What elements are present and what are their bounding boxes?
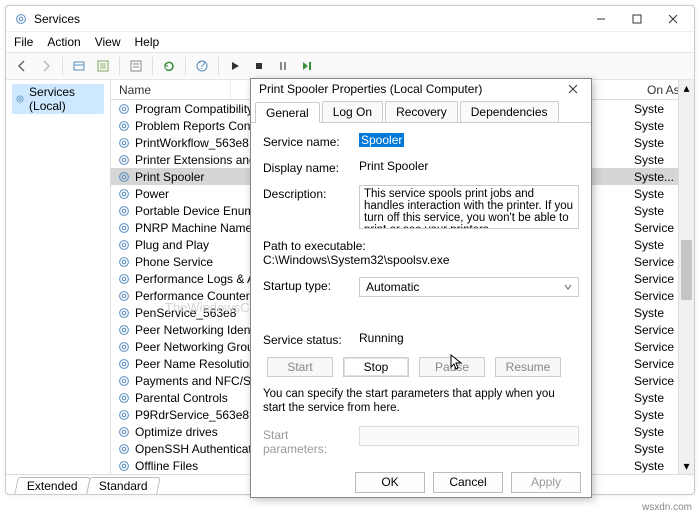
- startup-type-combo[interactable]: Automatic: [359, 277, 579, 297]
- dialog-title: Print Spooler Properties (Local Computer…: [259, 82, 563, 96]
- menu-view[interactable]: View: [95, 35, 121, 49]
- label-path: Path to executable:: [263, 239, 579, 253]
- svg-text:?: ?: [199, 59, 206, 72]
- titlebar: Services: [6, 6, 694, 32]
- tab-logon[interactable]: Log On: [322, 101, 383, 122]
- start-params-note: You can specify the start parameters tha…: [263, 387, 579, 416]
- startup-type-value: Automatic: [366, 280, 419, 294]
- tab-recovery[interactable]: Recovery: [385, 101, 458, 122]
- attribution: wsxdn.com: [642, 502, 692, 513]
- resume-button: Resume: [495, 357, 561, 377]
- start-params-input: [359, 426, 579, 446]
- menubar: File Action View Help: [6, 32, 694, 52]
- properties-button[interactable]: [126, 56, 146, 76]
- label-startup-type: Startup type:: [263, 277, 353, 293]
- dialog-titlebar: Print Spooler Properties (Local Computer…: [251, 79, 591, 99]
- gear-icon: [15, 93, 25, 105]
- scroll-up-icon[interactable]: ▴: [679, 80, 694, 96]
- tab-standard[interactable]: Standard: [86, 477, 160, 494]
- chevron-down-icon: [564, 283, 572, 291]
- show-hide-button[interactable]: [69, 56, 89, 76]
- export-button[interactable]: [93, 56, 113, 76]
- value-path: C:\Windows\System32\spoolsv.exe: [263, 253, 579, 267]
- tab-dependencies[interactable]: Dependencies: [460, 101, 559, 122]
- scroll-down-icon[interactable]: ▾: [679, 458, 694, 474]
- value-service-name[interactable]: Spooler: [359, 133, 404, 147]
- scroll-thumb[interactable]: [681, 240, 692, 300]
- value-display-name: Print Spooler: [359, 159, 428, 173]
- label-service-name: Service name:: [263, 133, 353, 149]
- tab-extended[interactable]: Extended: [14, 477, 90, 494]
- close-button[interactable]: [656, 9, 690, 29]
- cancel-button[interactable]: Cancel: [433, 472, 503, 493]
- tree-root[interactable]: Services (Local): [12, 84, 104, 114]
- forward-button[interactable]: [36, 56, 56, 76]
- maximize-button[interactable]: [620, 9, 654, 29]
- ok-button[interactable]: OK: [355, 472, 425, 493]
- label-description: Description:: [263, 185, 353, 201]
- dialog-footer: OK Cancel Apply: [251, 464, 591, 501]
- properties-dialog: Print Spooler Properties (Local Computer…: [250, 78, 592, 498]
- dialog-tabs: General Log On Recovery Dependencies: [251, 101, 591, 123]
- tree-pane: Services (Local): [6, 80, 111, 474]
- services-icon: [14, 12, 28, 26]
- pause-button: Pause: [419, 357, 485, 377]
- apply-button[interactable]: Apply: [511, 472, 581, 493]
- column-name[interactable]: Name: [111, 80, 231, 99]
- label-start-params: Start parameters:: [263, 426, 353, 456]
- stop-button[interactable]: Stop: [343, 357, 409, 377]
- toolbar: ?: [6, 52, 694, 80]
- label-service-status: Service status:: [263, 331, 353, 347]
- value-description[interactable]: This service spools print jobs and handl…: [359, 185, 579, 229]
- start-button: Start: [267, 357, 333, 377]
- tree-root-label: Services (Local): [29, 85, 101, 113]
- stop-service-button[interactable]: [249, 56, 269, 76]
- help-button[interactable]: ?: [192, 56, 212, 76]
- label-display-name: Display name:: [263, 159, 353, 175]
- dialog-close-button[interactable]: [563, 79, 583, 99]
- restart-service-button[interactable]: [297, 56, 317, 76]
- scrollbar[interactable]: ▴ ▾: [678, 80, 694, 474]
- value-service-status: Running: [359, 331, 404, 345]
- back-button[interactable]: [12, 56, 32, 76]
- tab-general[interactable]: General: [255, 102, 320, 123]
- refresh-button[interactable]: [159, 56, 179, 76]
- menu-action[interactable]: Action: [47, 35, 80, 49]
- pause-service-button[interactable]: [273, 56, 293, 76]
- minimize-button[interactable]: [584, 9, 618, 29]
- start-service-button[interactable]: [225, 56, 245, 76]
- window-title: Services: [34, 12, 584, 26]
- menu-help[interactable]: Help: [135, 35, 160, 49]
- menu-file[interactable]: File: [14, 35, 33, 49]
